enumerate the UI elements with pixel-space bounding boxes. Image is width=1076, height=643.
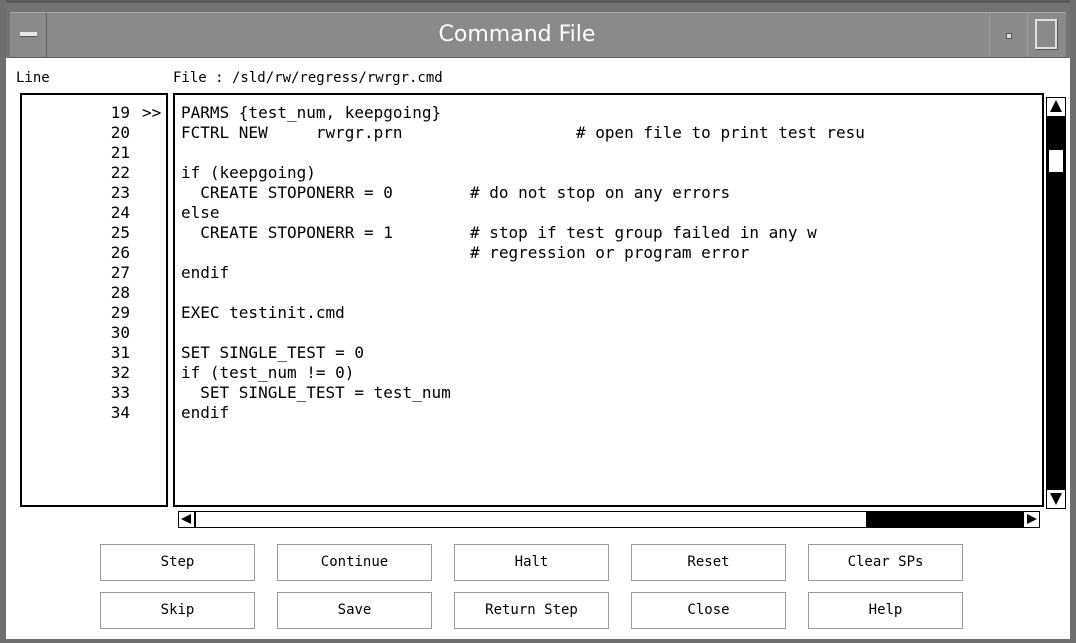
command-file-window: Command File Line File : /sld/rw/regress…	[0, 0, 1076, 643]
skip-button[interactable]: Skip	[100, 592, 255, 629]
title-bar[interactable]: Command File	[6, 0, 1070, 58]
line-row[interactable]: 32	[22, 363, 166, 383]
line-number: 19	[110, 103, 130, 122]
code-view[interactable]: PARMS {test_num, keepgoing} FCTRL NEW rw…	[173, 93, 1044, 507]
code-line: PARMS {test_num, keepgoing}	[181, 103, 442, 122]
window-title: Command File	[438, 22, 596, 47]
line-column-label: Line	[16, 70, 50, 86]
line-row[interactable]: 34	[22, 403, 166, 423]
line-row[interactable]: 27	[22, 263, 166, 283]
line-row[interactable]: 30	[22, 323, 166, 343]
scroll-up-button[interactable]	[1047, 98, 1065, 116]
code-line: if (keepgoing)	[181, 163, 316, 182]
return-step-button[interactable]: Return Step	[454, 592, 609, 629]
horizontal-scrollbar[interactable]	[178, 511, 1040, 528]
code-line: SET SINGLE_TEST = test_num	[181, 383, 451, 402]
halt-button[interactable]: Halt	[454, 544, 609, 581]
horizontal-scroll-thumb[interactable]	[196, 512, 866, 527]
line-row[interactable]: 21	[22, 143, 166, 163]
title-bar-inner: Command File	[10, 12, 1066, 58]
code-line: CREATE STOPONERR = 0 # do not stop on an…	[181, 183, 731, 202]
current-line-marker: >>	[142, 103, 162, 122]
code-line: # regression or program error	[181, 243, 750, 262]
scroll-down-button[interactable]	[1047, 490, 1065, 508]
line-number-panel[interactable]: 19 >> 20 21 22 23 24 25 26 27 28 29 30 3…	[20, 93, 168, 507]
vertical-scroll-thumb[interactable]	[1048, 149, 1064, 173]
window-menu-icon	[20, 32, 37, 37]
minimize-button[interactable]	[989, 13, 1028, 57]
line-row[interactable]: 26	[22, 243, 166, 263]
line-number: 30	[110, 323, 130, 342]
arrow-right-icon	[1027, 514, 1037, 524]
line-number: 27	[110, 263, 130, 282]
line-number: 32	[110, 363, 130, 382]
line-number: 31	[110, 343, 130, 362]
reset-button[interactable]: Reset	[631, 544, 786, 581]
line-number: 23	[110, 183, 130, 202]
line-row[interactable]: 25	[22, 223, 166, 243]
code-line: if (test_num != 0)	[181, 363, 355, 382]
line-number: 28	[110, 283, 130, 302]
scroll-left-button[interactable]	[179, 512, 194, 527]
code-line: else	[181, 203, 220, 222]
line-number: 25	[110, 223, 130, 242]
line-row[interactable]: 31	[22, 343, 166, 363]
code-line: EXEC testinit.cmd	[181, 303, 345, 322]
scroll-right-button[interactable]	[1024, 512, 1039, 527]
continue-button[interactable]: Continue	[277, 544, 432, 581]
vertical-scrollbar[interactable]	[1046, 97, 1066, 509]
line-number: 21	[110, 143, 130, 162]
line-number: 24	[110, 203, 130, 222]
line-number: 26	[110, 243, 130, 262]
close-button[interactable]: Close	[631, 592, 786, 629]
line-number: 34	[110, 403, 130, 422]
file-path-label: File : /sld/rw/regress/rwrgr.cmd	[173, 70, 443, 86]
minimize-icon	[1006, 33, 1012, 39]
arrow-up-icon	[1050, 100, 1062, 112]
code-line: FCTRL NEW rwrgr.prn # open file to print…	[181, 123, 865, 142]
code-line: endif	[181, 263, 230, 282]
line-row[interactable]: 22	[22, 163, 166, 183]
code-line: endif	[181, 403, 230, 422]
line-row[interactable]: 33	[22, 383, 166, 403]
maximize-button[interactable]	[1027, 13, 1066, 57]
arrow-left-icon	[181, 514, 191, 524]
help-button[interactable]: Help	[808, 592, 963, 629]
line-row[interactable]: 19 >>	[22, 103, 166, 123]
clear-sps-button[interactable]: Clear SPs	[808, 544, 963, 581]
code-line: CREATE STOPONERR = 1 # stop if test grou…	[181, 223, 817, 242]
maximize-icon	[1035, 19, 1057, 49]
line-number: 20	[110, 123, 130, 142]
line-row[interactable]: 28	[22, 283, 166, 303]
line-number: 29	[110, 303, 130, 322]
line-number: 22	[110, 163, 130, 182]
window-menu-button[interactable]	[10, 13, 47, 57]
line-number: 33	[110, 383, 130, 402]
code-line: SET SINGLE_TEST = 0	[181, 343, 365, 362]
line-row[interactable]: 23	[22, 183, 166, 203]
arrow-down-icon	[1050, 493, 1062, 505]
line-row[interactable]: 24	[22, 203, 166, 223]
line-row[interactable]: 20	[22, 123, 166, 143]
line-row[interactable]: 29	[22, 303, 166, 323]
save-button[interactable]: Save	[277, 592, 432, 629]
step-button[interactable]: Step	[100, 544, 255, 581]
